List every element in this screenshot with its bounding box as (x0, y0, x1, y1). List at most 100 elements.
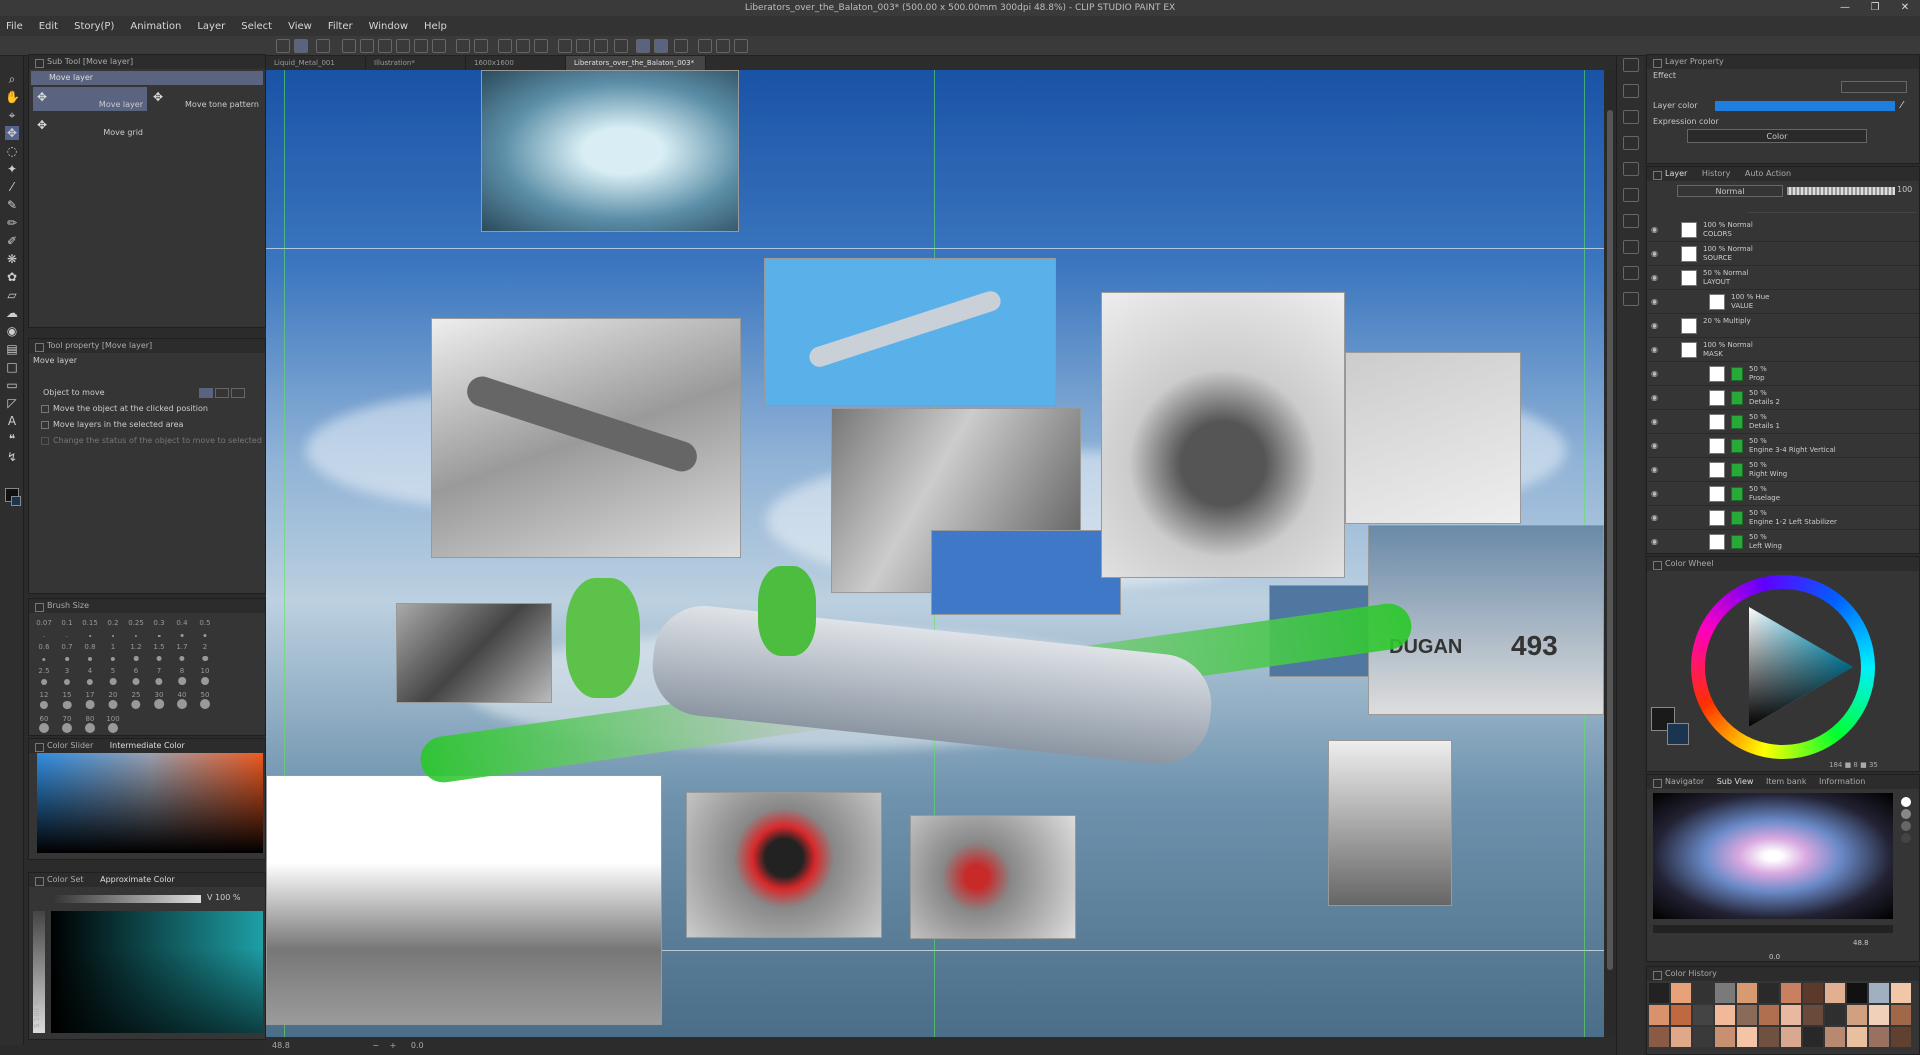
fill-icon[interactable] (516, 39, 530, 53)
sub-view-image[interactable] (1653, 793, 1893, 919)
menu-file[interactable]: File (6, 21, 23, 32)
visibility-eye-icon[interactable]: ◉ (1651, 298, 1659, 306)
checkbox[interactable] (41, 436, 49, 445)
history-icon[interactable] (1623, 188, 1639, 202)
save-as-icon[interactable] (396, 39, 410, 53)
visibility-eye-icon[interactable]: ◉ (1651, 466, 1659, 474)
color-history-swatch[interactable] (1715, 1027, 1735, 1047)
layer-row[interactable]: ◉ 100 % Normal COLORS (1647, 219, 1919, 242)
color-history-swatch[interactable] (1847, 1027, 1867, 1047)
value-slider[interactable] (51, 895, 201, 903)
object-grid-icon[interactable] (231, 388, 245, 398)
tab-auto-action[interactable]: Auto Action (1745, 169, 1791, 178)
main-bomber-tail[interactable] (566, 578, 640, 698)
perspective-icon[interactable] (698, 39, 712, 53)
layer-row[interactable]: ◉ 50 % Normal LAYOUT (1647, 267, 1919, 290)
ruler-icon[interactable] (674, 39, 688, 53)
layer-row[interactable]: ◉ 50 % Left Wing (1647, 531, 1919, 553)
tab-navigator[interactable]: Navigator (1665, 777, 1704, 786)
pen-mode-icon[interactable] (294, 39, 308, 53)
airbrush-tool-icon[interactable]: ❋ (5, 252, 19, 266)
brush-size-option[interactable]: 25 (125, 691, 147, 711)
angle-value[interactable]: 0.0 (411, 1041, 424, 1050)
visibility-eye-icon[interactable]: ◉ (1651, 346, 1659, 354)
color-history-swatch[interactable] (1737, 983, 1757, 1003)
effect-buttons[interactable] (1841, 81, 1907, 93)
canvas[interactable]: DUGAN 493 (266, 70, 1604, 1037)
ruler-tool-icon[interactable]: ◸ (5, 396, 19, 410)
color-history-swatch[interactable] (1759, 1027, 1779, 1047)
brush-size-option[interactable]: 100 (102, 715, 124, 735)
frame-icon[interactable] (734, 39, 748, 53)
correct-line-tool-icon[interactable]: ↯ (5, 450, 19, 464)
redo-icon[interactable] (474, 39, 488, 53)
reference-photo-noseart[interactable] (1328, 740, 1452, 906)
animation-cels-icon[interactable] (1623, 240, 1639, 254)
saturation-triangle[interactable] (1691, 575, 1875, 759)
color-history-swatch[interactable] (1803, 983, 1823, 1003)
layer-row[interactable]: ◉ 50 % Engine 1-2 Left Stabilizer (1647, 507, 1919, 530)
tab-approximate-color[interactable]: Approximate Color (100, 875, 175, 884)
brush-size-option[interactable]: 1.5 (148, 643, 170, 663)
color-history-swatch[interactable] (1781, 1027, 1801, 1047)
close-button[interactable]: ✕ (1890, 0, 1920, 16)
intermediate-color-gradient[interactable] (37, 753, 263, 853)
object-layer-icon[interactable] (199, 388, 213, 398)
tab-1600x1600[interactable]: 1600x1600 (466, 56, 566, 70)
new-file-icon[interactable] (342, 39, 356, 53)
subtool-move-layer[interactable]: ✥ Move layer (33, 87, 147, 111)
color-history-swatch[interactable] (1671, 983, 1691, 1003)
reference-photo-engine-grey[interactable] (910, 815, 1076, 939)
layer-property-icon[interactable] (1623, 58, 1639, 72)
menu-story[interactable]: Story(P) (74, 21, 114, 32)
zoom-value[interactable]: 48.8 (272, 1041, 290, 1050)
checkbox[interactable] (41, 420, 49, 429)
brush-size-option[interactable]: 0.6 (33, 643, 55, 663)
brush-size-option[interactable]: 12 (33, 691, 55, 711)
lasso-tool-icon[interactable]: ◌ (5, 144, 19, 158)
color-history-swatch[interactable] (1825, 1027, 1845, 1047)
open-file-icon[interactable] (360, 39, 374, 53)
checkbox[interactable] (41, 404, 49, 413)
approximate-color-area[interactable] (51, 911, 263, 1033)
tab-intermediate-color[interactable]: Intermediate Color (110, 741, 185, 750)
brush-size-option[interactable]: 0.3 (148, 619, 170, 639)
zoom-tool-icon[interactable]: ⌕ (5, 72, 19, 86)
visibility-eye-icon[interactable]: ◉ (1651, 394, 1659, 402)
opacity-slider[interactable] (1787, 187, 1895, 195)
color-history-swatch[interactable] (1693, 1005, 1713, 1025)
reference-photo-b25[interactable] (764, 258, 1056, 406)
brush-size-option[interactable]: 5 (102, 667, 124, 687)
visibility-eye-icon[interactable]: ◉ (1651, 538, 1659, 546)
brush-size-option[interactable]: 0.2 (102, 619, 124, 639)
tab-layer[interactable]: Layer (1665, 169, 1687, 178)
color-history-swatch[interactable] (1869, 983, 1889, 1003)
sub-view-color-dots[interactable] (1899, 795, 1913, 915)
eyedropper-icon[interactable]: ⁄ (1901, 100, 1903, 111)
tab-color-set[interactable]: Color Set (47, 875, 84, 884)
menu-window[interactable]: Window (369, 21, 408, 32)
layer-row[interactable]: ◉ 50 % Prop (1647, 363, 1919, 386)
tab-liberators[interactable]: Liberators_over_the_Balaton_003* (566, 56, 706, 70)
deselect-icon[interactable] (594, 39, 608, 53)
color-history-swatch[interactable] (1825, 1005, 1845, 1025)
layer-row[interactable]: ◉ 50 % Engine 3-4 Right Vertical (1647, 435, 1919, 458)
visibility-eye-icon[interactable]: ◉ (1651, 274, 1659, 282)
snap-special-ruler-icon[interactable] (654, 39, 668, 53)
color-history-swatch[interactable] (1671, 1027, 1691, 1047)
tab-history[interactable]: History (1702, 169, 1730, 178)
brush-size-option[interactable]: 4 (79, 667, 101, 687)
balloon-tool-icon[interactable]: ❝ (5, 432, 19, 446)
brush-size-option[interactable]: 8 (171, 667, 193, 687)
visibility-eye-icon[interactable]: ◉ (1651, 514, 1659, 522)
layer-search-icon[interactable] (1623, 292, 1639, 306)
brush-size-option[interactable]: 80 (79, 715, 101, 735)
sub-view-angle[interactable]: 0.0 (1769, 953, 1780, 961)
brush-size-option[interactable]: 20 (102, 691, 124, 711)
menu-view[interactable]: View (288, 21, 312, 32)
text-tool-icon[interactable]: A (5, 414, 19, 428)
brush-size-option[interactable]: 6 (125, 667, 147, 687)
color-history-swatch[interactable] (1715, 983, 1735, 1003)
print-icon[interactable] (432, 39, 446, 53)
brush-size-option[interactable]: 7 (148, 667, 170, 687)
